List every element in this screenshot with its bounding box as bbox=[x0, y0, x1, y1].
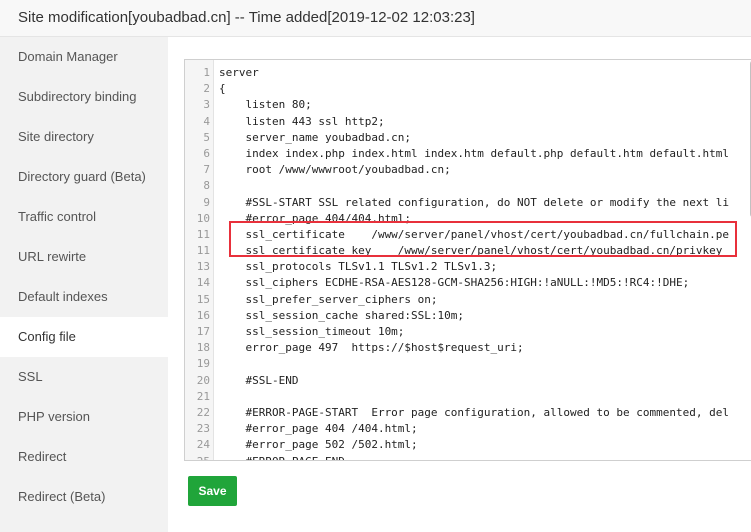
code-line: 19 bbox=[185, 356, 751, 372]
line-code: server_name youbadbad.cn; bbox=[219, 130, 412, 144]
line-number: 22 bbox=[196, 405, 210, 419]
line-number: 21 bbox=[196, 389, 210, 403]
code-lines: 1 server 2{3 listen 80; 4 listen 443 ssl ht… bbox=[185, 65, 751, 461]
sidebar-item-site-directory[interactable]: Site directory bbox=[0, 117, 168, 157]
code-line: 9 #SSL-START SSL related configuration, … bbox=[185, 195, 751, 211]
line-number: 20 bbox=[196, 373, 210, 387]
line-number: 11 bbox=[196, 227, 210, 241]
sidebar-item-php-version[interactable]: PHP version bbox=[0, 397, 168, 437]
line-code: ssl_session_cache shared:SSL:10m; bbox=[219, 308, 465, 322]
line-number: 9 bbox=[203, 195, 210, 209]
line-number: 10 bbox=[196, 211, 210, 225]
line-code: #error_page 404 /404.html; bbox=[219, 422, 418, 436]
code-line: 8 bbox=[185, 178, 751, 194]
line-number: 4 bbox=[203, 114, 210, 128]
code-line: 25 #ERROR-PAGE-END bbox=[185, 454, 751, 461]
line-code: #SSL-START SSL related configuration, do… bbox=[219, 195, 729, 209]
line-number: 3 bbox=[203, 98, 210, 112]
line-number: 19 bbox=[196, 357, 210, 371]
code-line: 17 ssl_session_timeout 10m; bbox=[185, 324, 751, 340]
code-line: 16 ssl_session_cache shared:SSL:10m; bbox=[185, 308, 751, 324]
dialog-titlebar: Site modification[youbadbad.cn] -- Time … bbox=[0, 0, 751, 37]
line-code: ssl_protocols TLSv1.1 TLSv1.2 TLSv1.3; bbox=[219, 260, 498, 274]
code-line: 4 listen 443 ssl http2; bbox=[185, 114, 751, 130]
line-number: 23 bbox=[196, 422, 210, 436]
code-line: 7 root /www/wwwroot/youbadbad.cn; bbox=[185, 162, 751, 178]
line-number: 5 bbox=[203, 130, 210, 144]
line-code: ssl_prefer_server_ciphers on; bbox=[219, 292, 438, 306]
code-line: 22 #ERROR-PAGE-START Error page configur… bbox=[185, 405, 751, 421]
line-code: #ERROR-PAGE-END bbox=[219, 454, 345, 461]
sidebar-item-subdirectory-binding[interactable]: Subdirectory binding bbox=[0, 77, 168, 117]
save-button[interactable]: Save bbox=[188, 476, 237, 506]
sidebar-item-domain-manager[interactable]: Domain Manager bbox=[0, 37, 168, 77]
code-line: 1 server bbox=[185, 65, 751, 81]
line-number: 13 bbox=[196, 260, 210, 274]
code-line: 5 server_name youbadbad.cn; bbox=[185, 130, 751, 146]
line-number: 17 bbox=[196, 325, 210, 338]
code-line: 14 ssl_ciphers ECDHE-RSA-AES128-GCM-SHA2… bbox=[185, 275, 751, 291]
code-line: 6 index index.php index.html index.htm d… bbox=[185, 146, 751, 162]
dialog-title: Site modification[youbadbad.cn] -- Time … bbox=[18, 9, 475, 26]
line-number: 24 bbox=[196, 438, 210, 452]
line-code: ssl_session_timeout 10m; bbox=[219, 325, 405, 338]
line-code: server bbox=[219, 66, 259, 79]
sidebar-item-config-file[interactable]: Config file bbox=[0, 317, 168, 357]
line-number: 14 bbox=[196, 276, 210, 290]
line-code: error_page 497 https://$host$request_uri… bbox=[219, 341, 524, 355]
line-code: #SSL-END bbox=[219, 373, 299, 387]
line-code: ssl_ciphers ECDHE-RSA-AES128-GCM-SHA256:… bbox=[219, 276, 690, 290]
sidebar-item-redirect-beta[interactable]: Redirect (Beta) bbox=[0, 477, 168, 517]
line-number: 2 bbox=[203, 82, 210, 96]
line-number: 7 bbox=[203, 163, 210, 177]
code-line: 15 ssl_prefer_server_ciphers on; bbox=[185, 292, 751, 308]
code-line: 3 listen 80; bbox=[185, 97, 751, 113]
sidebar-item-ssl[interactable]: SSL bbox=[0, 357, 168, 397]
line-code: { bbox=[219, 82, 226, 96]
config-editor[interactable]: 1 server 2{3 listen 80; 4 listen 443 ssl ht… bbox=[184, 59, 751, 461]
code-line: 18 error_page 497 https://$host$request_… bbox=[185, 340, 751, 356]
line-number: 18 bbox=[196, 341, 210, 355]
line-code: listen 80; bbox=[219, 98, 312, 112]
sidebar-item-default-indexes[interactable]: Default indexes bbox=[0, 277, 168, 317]
code-line: 2{ bbox=[185, 81, 751, 97]
line-number: 6 bbox=[203, 146, 210, 160]
line-number: 1 bbox=[203, 66, 210, 79]
sidebar-item-directory-guard[interactable]: Directory guard (Beta) bbox=[0, 157, 168, 197]
code-line: 21 bbox=[185, 389, 751, 405]
code-line: 20 #SSL-END bbox=[185, 373, 751, 389]
line-code: root /www/wwwroot/youbadbad.cn; bbox=[219, 163, 451, 177]
sidebar-item-url-rewrite[interactable]: URL rewirte bbox=[0, 237, 168, 277]
line-code: #error_page 502 /502.html; bbox=[219, 438, 418, 452]
sidebar-item-redirect[interactable]: Redirect bbox=[0, 437, 168, 477]
code-line: 23 #error_page 404 /404.html; bbox=[185, 421, 751, 437]
line-code: index index.php index.html index.htm def… bbox=[219, 146, 729, 160]
line-code: listen 443 ssl http2; bbox=[219, 114, 385, 128]
settings-sidebar: Domain Manager Subdirectory binding Site… bbox=[0, 37, 168, 532]
line-number: 15 bbox=[196, 292, 210, 306]
ssl-lines-highlight-box bbox=[229, 221, 737, 257]
sidebar-item-traffic-control[interactable]: Traffic control bbox=[0, 197, 168, 237]
line-number: 16 bbox=[196, 308, 210, 322]
line-code: #ERROR-PAGE-START Error page configurati… bbox=[219, 405, 729, 419]
code-line: 24 #error_page 502 /502.html; bbox=[185, 437, 751, 453]
line-number: 11 bbox=[196, 244, 210, 258]
line-number: 25 bbox=[196, 454, 210, 461]
code-line: 13 ssl_protocols TLSv1.1 TLSv1.2 TLSv1.3… bbox=[185, 259, 751, 275]
line-number: 8 bbox=[203, 179, 210, 193]
